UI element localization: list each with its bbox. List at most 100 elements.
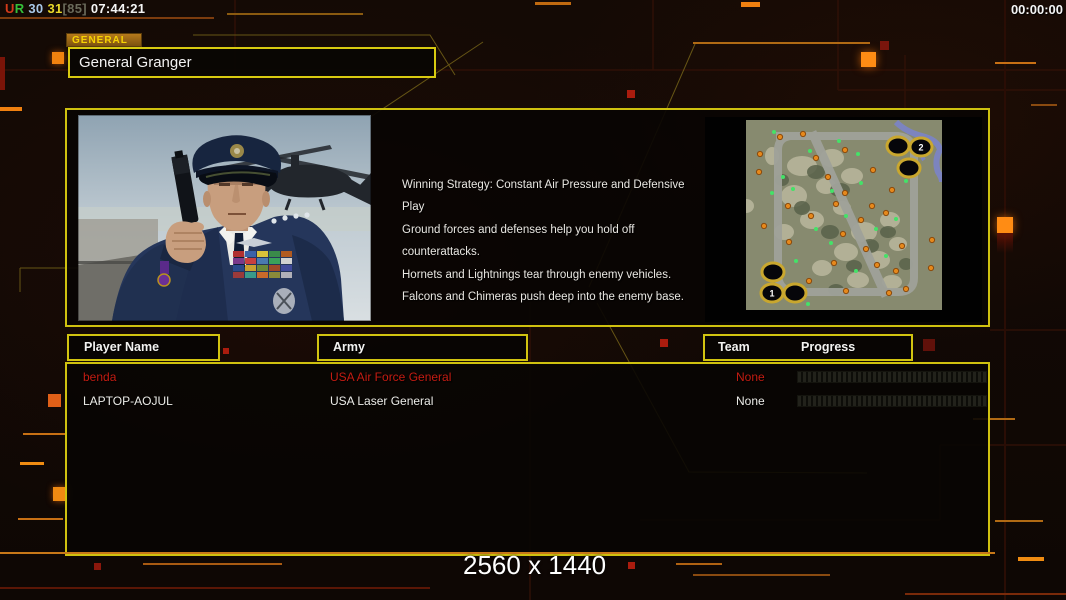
resource-dot [825, 174, 830, 179]
debug-readout: UR3031[85]07:44:21 [5, 1, 149, 16]
header-player-name: Player Name [67, 334, 220, 361]
unit-dot [884, 254, 888, 258]
decor-line [995, 62, 1036, 64]
decor-line [1031, 104, 1057, 106]
decor-line [693, 574, 830, 576]
start-position-marker [762, 263, 784, 281]
player-roster-panel: benda USA Air Force General None LAPTOP-… [65, 362, 990, 556]
unit-dot [844, 214, 848, 218]
general-portrait [78, 115, 371, 321]
decor-square [923, 339, 935, 351]
unit-dot [829, 241, 833, 245]
unit-dot [856, 152, 860, 156]
resource-dot [833, 201, 838, 206]
decor-square [223, 348, 229, 354]
resource-dot [886, 290, 891, 295]
minimap-container: 21 [705, 117, 982, 322]
unit-dot [814, 227, 818, 231]
resource-dot [761, 223, 766, 228]
decor-square [94, 563, 101, 570]
decor-line [1018, 557, 1044, 561]
decor-line [23, 433, 66, 435]
unit-dot [808, 149, 812, 153]
match-clock: 00:00:00 [988, 2, 1063, 17]
decor-square [627, 90, 635, 98]
decor-square [48, 394, 61, 407]
resource-dot [883, 210, 888, 215]
loading-screen: UR3031[85]07:44:21 00:00:00 GENERAL Gene… [0, 0, 1066, 600]
unit-dot [772, 130, 776, 134]
unit-dot [854, 269, 858, 273]
decor-line [905, 593, 1066, 595]
player-team: None [736, 370, 765, 384]
decor-line [535, 2, 571, 5]
resource-dot [786, 239, 791, 244]
resource-dot [903, 286, 908, 291]
start-position-marker [898, 159, 920, 177]
decor-line [20, 462, 44, 465]
decor-square [997, 217, 1013, 233]
player-team: None [736, 394, 765, 408]
decor-line [227, 13, 363, 15]
resolution-label: 2560 x 1440 [463, 550, 606, 581]
resource-dot [858, 217, 863, 222]
load-progress-bar [797, 371, 987, 383]
resource-dot [893, 268, 898, 273]
header-player-label: Player Name [84, 340, 159, 354]
unit-dot [859, 181, 863, 185]
resource-dot [808, 213, 813, 218]
portrait-art [78, 115, 371, 321]
resource-dot [756, 169, 761, 174]
decor-square [660, 339, 668, 347]
unit-dot [806, 302, 810, 306]
header-team-label: Team [718, 340, 750, 354]
resource-dot [928, 265, 933, 270]
player-name: benda [83, 370, 116, 384]
resource-dot [813, 155, 818, 160]
resource-dot [870, 167, 875, 172]
resource-dot [831, 260, 836, 265]
resource-dot [899, 243, 904, 248]
debug-v1: 30 [28, 1, 43, 16]
strategy-line: Hornets and Lightnings tear through enem… [402, 264, 702, 286]
decor-line [676, 563, 722, 565]
resource-dot [840, 231, 845, 236]
decor-line [995, 520, 1043, 522]
start-position-marker [784, 284, 806, 302]
resource-dot [863, 246, 868, 251]
decor-square [628, 562, 635, 569]
minimap-svg: 21 [746, 120, 942, 310]
general-name: General Granger [70, 49, 434, 76]
missile-badge [273, 288, 295, 314]
unit-dot [904, 179, 908, 183]
strategy-line: Ground forces and defenses help you hold… [402, 219, 702, 264]
strategy-line: Falcons and Chimeras push deep into the … [402, 286, 702, 308]
unit-dot [874, 227, 878, 231]
roster-row: benda USA Air Force General None [67, 366, 988, 390]
roster-row: LAPTOP-AOJUL USA Laser General None [67, 390, 988, 414]
start-position-marker [887, 137, 909, 155]
general-info-panel: Winning Strategy: Constant Air Pressure … [65, 108, 990, 327]
general-tab-label: GENERAL [66, 33, 142, 47]
start-position-marker: 1 [761, 284, 783, 302]
strategy-line: Winning Strategy: Constant Air Pressure … [402, 174, 702, 219]
resource-dot [889, 187, 894, 192]
resource-dot [843, 288, 848, 293]
decor-square [880, 41, 889, 50]
player-name: LAPTOP-AOJUL [83, 394, 173, 408]
decor-square [52, 52, 64, 64]
decor-bar [0, 57, 5, 90]
decor-line [143, 563, 282, 565]
resource-dot [869, 203, 874, 208]
resource-dot [842, 190, 847, 195]
debug-r: R [15, 1, 25, 16]
header-army: Army [317, 334, 528, 361]
decor-line [18, 518, 63, 520]
header-army-label: Army [333, 340, 365, 354]
resource-dot [785, 203, 790, 208]
debug-v3: [85] [63, 1, 87, 16]
player-army: USA Laser General [330, 394, 433, 408]
unit-dot [894, 217, 898, 221]
debug-v2: 31 [47, 1, 62, 16]
unit-dot [791, 187, 795, 191]
